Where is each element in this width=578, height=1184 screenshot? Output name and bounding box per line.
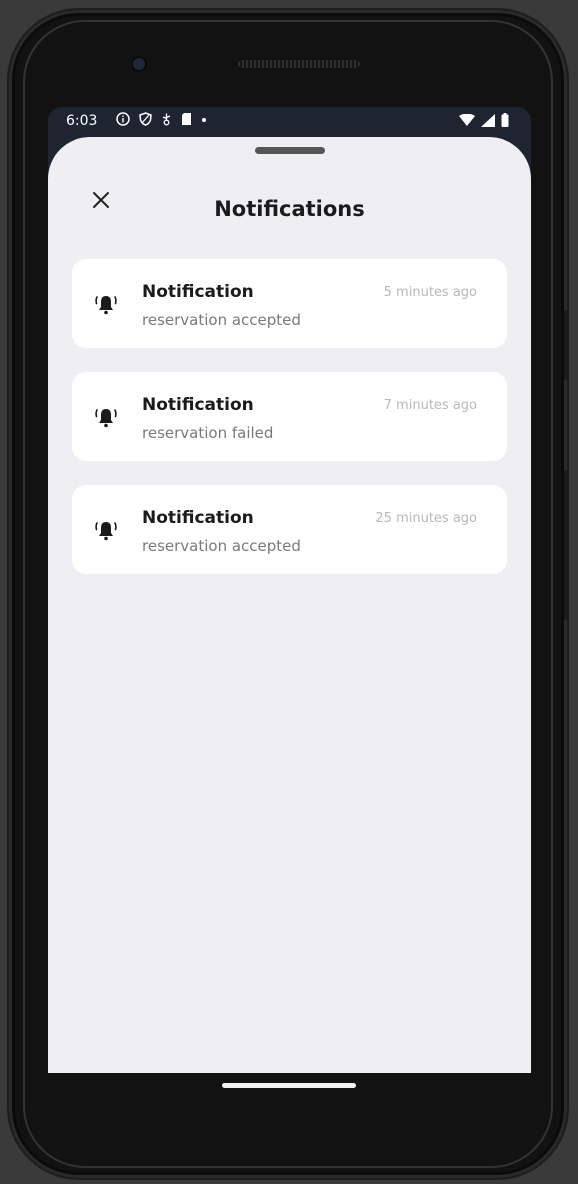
shield-icon — [139, 112, 152, 126]
notification-card[interactable]: Notification reservation accepted 25 min… — [72, 485, 507, 574]
status-icons-right — [459, 113, 509, 127]
status-time: 6:03 — [66, 113, 98, 129]
notification-body: reservation accepted — [142, 537, 301, 555]
usb-icon — [161, 112, 172, 126]
signal-icon — [481, 113, 495, 127]
dot-icon — [201, 112, 207, 126]
notification-title: Notification — [142, 282, 254, 302]
bell-ringing-icon — [93, 291, 119, 317]
page-title: Notifications — [214, 197, 365, 221]
volume-button[interactable] — [564, 470, 568, 620]
device-screen: 6:03 Notifications Notification reservat… — [48, 107, 531, 1073]
status-icons-left — [116, 112, 207, 126]
notification-time: 7 minutes ago — [383, 398, 477, 413]
notification-body: reservation accepted — [142, 311, 301, 329]
notification-card[interactable]: Notification reservation failed 7 minute… — [72, 372, 507, 461]
power-button[interactable] — [564, 310, 568, 380]
notification-title: Notification — [142, 508, 254, 528]
front-camera — [133, 58, 145, 70]
notifications-sheet: Notifications Notification reservation a… — [48, 137, 531, 1073]
status-bar: 6:03 — [48, 107, 531, 137]
notification-title: Notification — [142, 395, 254, 415]
wifi-icon — [459, 113, 475, 127]
info-icon — [116, 112, 130, 126]
notification-list: Notification reservation accepted 5 minu… — [72, 259, 507, 598]
bell-ringing-icon — [93, 404, 119, 430]
bell-ringing-icon — [93, 517, 119, 543]
earpiece-speaker — [238, 60, 360, 68]
notification-card[interactable]: Notification reservation accepted 5 minu… — [72, 259, 507, 348]
notification-body: reservation failed — [142, 424, 274, 442]
notification-time: 5 minutes ago — [383, 285, 477, 300]
battery-icon — [501, 113, 509, 127]
home-gesture-bar[interactable] — [222, 1083, 356, 1088]
sd-card-icon — [181, 112, 192, 126]
notification-time: 25 minutes ago — [375, 511, 477, 526]
sheet-drag-handle[interactable] — [255, 147, 325, 154]
